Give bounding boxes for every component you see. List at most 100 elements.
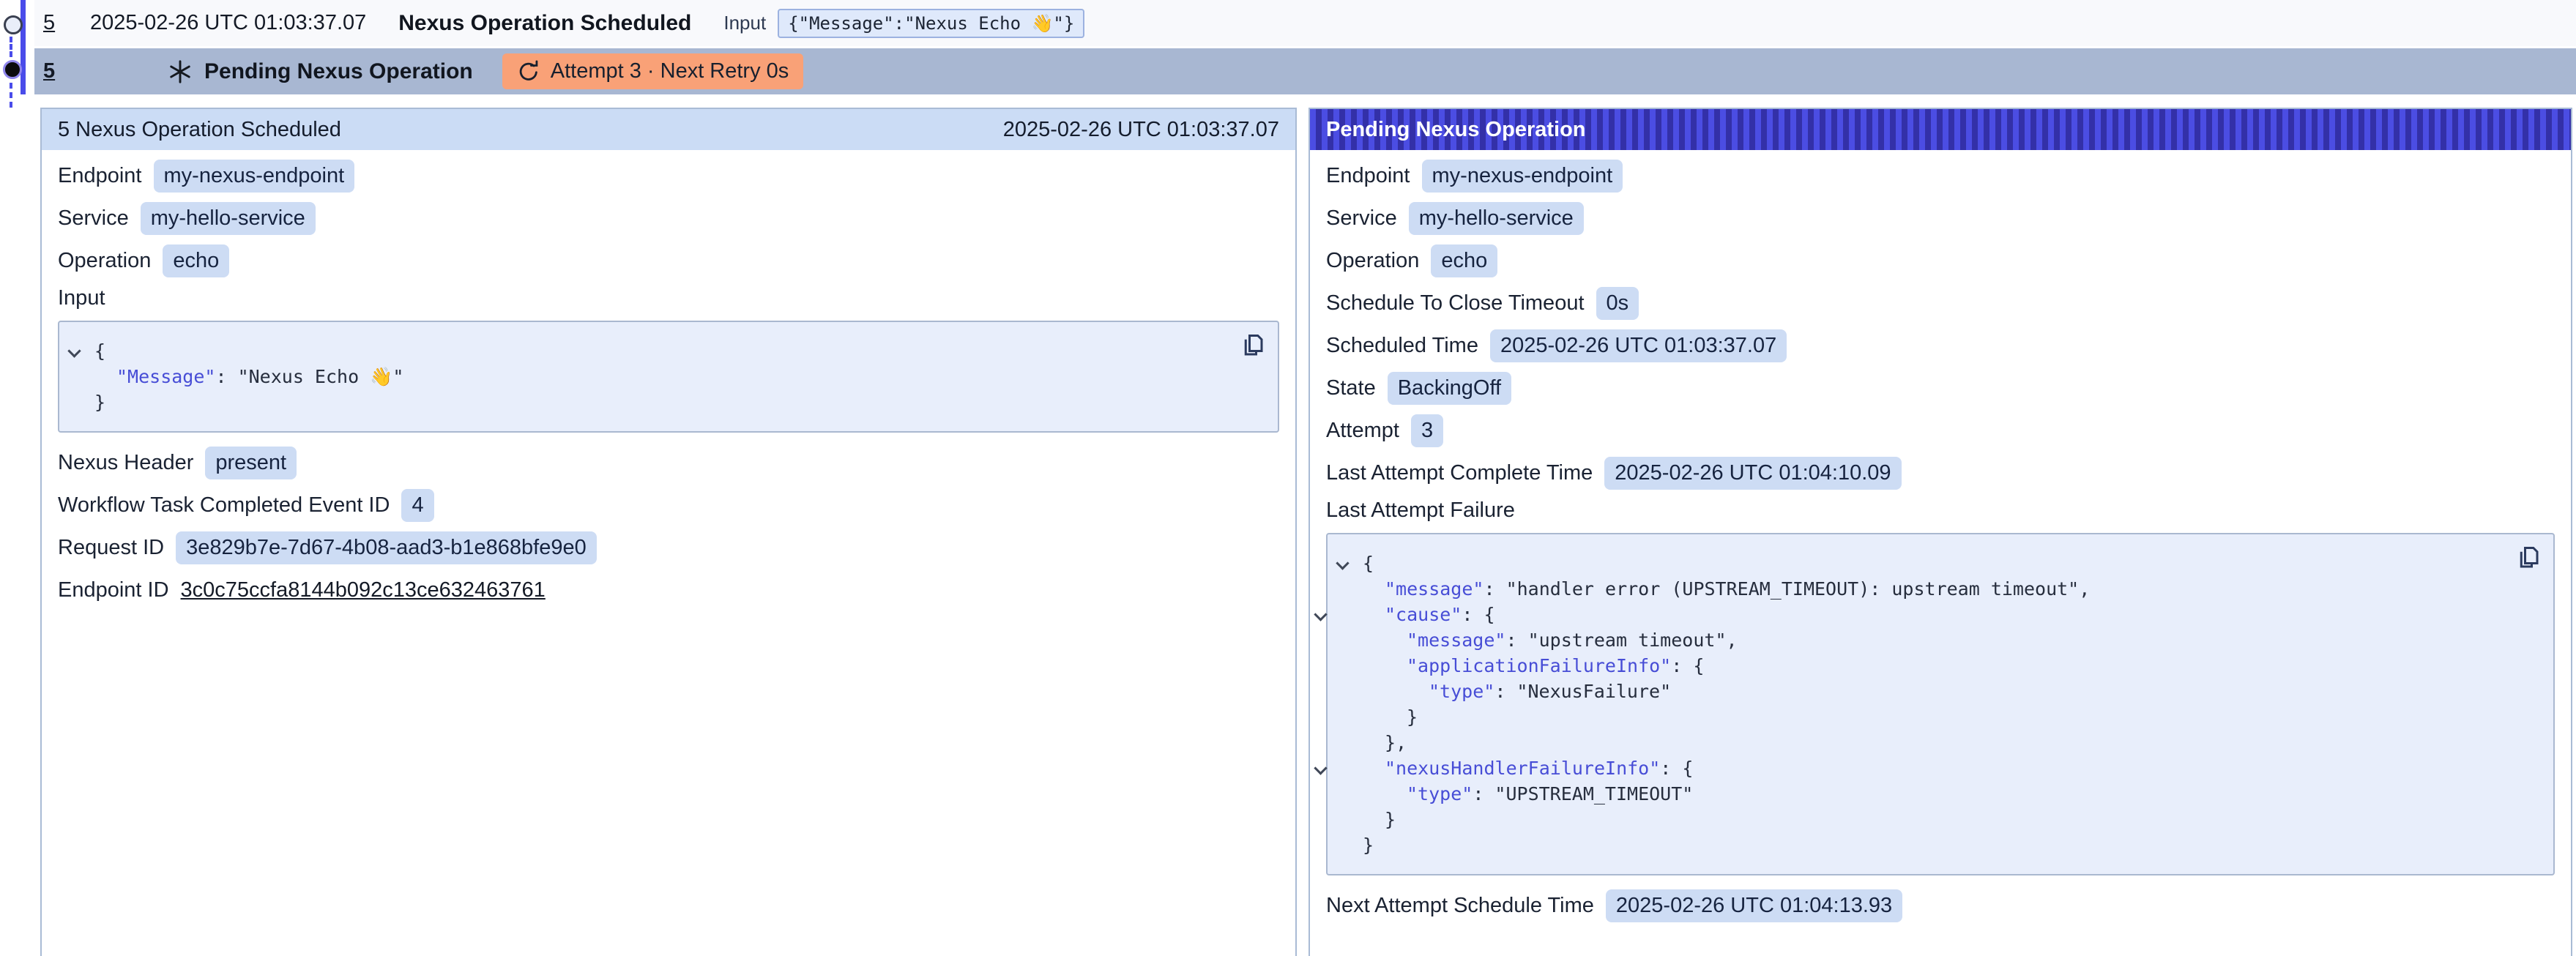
json-key: "message" — [1385, 578, 1484, 600]
field-label: Operation — [58, 249, 151, 273]
event-id-link[interactable]: 5 — [43, 59, 59, 83]
field-label: Workflow Task Completed Event ID — [58, 493, 390, 518]
code-line: "cause": { — [1363, 602, 2502, 627]
copy-icon[interactable] — [2515, 545, 2542, 571]
field-row: Workflow Task Completed Event ID 4 — [58, 488, 1279, 522]
field-value-badge: present — [205, 447, 297, 479]
json-key: "cause" — [1385, 604, 1462, 625]
field-row: Endpoint my-nexus-endpoint — [1326, 159, 2555, 193]
json-key: "type" — [1407, 783, 1473, 804]
event-id-link[interactable]: 5 — [43, 11, 59, 35]
collapse-chevron-icon[interactable] — [1314, 608, 1327, 621]
field-row: Last Attempt Complete Time2025-02-26 UTC… — [1326, 456, 2555, 490]
pending-operation-header-title: Pending Nexus Operation — [1326, 118, 1586, 142]
code-line: "Message": "Nexus Echo 👋" — [94, 364, 1226, 389]
field-row: Service my-hello-service — [58, 201, 1279, 235]
field-value-badge: BackingOff — [1388, 372, 1511, 405]
field-label: Service — [58, 206, 129, 231]
json-text: }, — [1385, 732, 1407, 753]
field-value-badge: my-hello-service — [1409, 202, 1584, 235]
json-text: : "Nexus Echo 👋" — [215, 366, 403, 387]
json-text: : "upstream timeout", — [1505, 630, 1737, 651]
field-row: Service my-hello-service — [1326, 201, 2555, 235]
code-line: }, — [1363, 730, 2502, 755]
field-value-link[interactable]: 3c0c75ccfa8144b092c13ce632463761 — [181, 578, 546, 602]
event-input-label: Input — [723, 12, 766, 34]
event-input-chip: {"Message":"Nexus Echo 👋"} — [778, 9, 1084, 38]
json-text: } — [1407, 706, 1418, 728]
field-row: Scheduled Time 2025-02-26 UTC 01:03:37.07 — [1326, 329, 2555, 362]
pending-operation-card: Pending Nexus Operation Endpoint my-nexus… — [1309, 108, 2572, 956]
event-row-pending-nexus-operation[interactable]: 5 Pending Nexus Operation Attempt 3 · Ne… — [34, 48, 2576, 94]
field-value-badge: my-nexus-endpoint — [1422, 160, 1623, 193]
event-row-nexus-operation-scheduled[interactable]: 5 2025-02-26 UTC 01:03:37.07 Nexus Opera… — [34, 0, 2576, 46]
field-label: Service — [1326, 206, 1397, 231]
retry-icon — [517, 60, 540, 83]
code-line: { — [1363, 550, 2502, 576]
field-row: Endpoint ID3c0c75ccfa8144b092c13ce632463… — [58, 573, 1279, 607]
field-label: Endpoint — [58, 164, 142, 188]
field-value-badge: my-hello-service — [141, 202, 316, 235]
field-row: Schedule To Close Timeout0s — [1326, 286, 2555, 320]
json-text: { — [1363, 553, 1374, 574]
field-row: Next Attempt Schedule Time 2025-02-26 UTC… — [1326, 889, 2555, 922]
json-text: } — [1363, 834, 1374, 856]
code-line: } — [1363, 832, 2502, 858]
json-text: : "UPSTREAM_TIMEOUT" — [1473, 783, 1693, 804]
field-row: Attempt 3 — [1326, 414, 2555, 447]
field-value-badge: 2025-02-26 UTC 01:04:10.09 — [1604, 457, 1901, 490]
timeline-active-bar — [21, 0, 26, 94]
event-detail-header-title: 5 Nexus Operation Scheduled — [58, 118, 341, 142]
field-label: Scheduled Time — [1326, 334, 1478, 358]
event-timestamp: 2025-02-26 UTC 01:03:37.07 — [90, 11, 366, 35]
json-text: : "NexusFailure" — [1494, 681, 1671, 702]
field-label: Attempt — [1326, 419, 1399, 443]
field-value-badge: 2025-02-26 UTC 01:03:37.07 — [1490, 329, 1787, 362]
json-key: "applicationFailureInfo" — [1407, 655, 1671, 676]
json-key: "Message" — [116, 366, 215, 387]
collapse-chevron-icon[interactable] — [1336, 556, 1349, 570]
json-text: { — [94, 340, 105, 362]
json-text: : "handler error (UPSTREAM_TIMEOUT): ups… — [1484, 578, 2090, 600]
code-line: } — [1363, 807, 2502, 832]
field-label: Endpoint — [1326, 164, 1410, 188]
code-line: } — [94, 389, 1226, 415]
field-row: Endpoint my-nexus-endpoint — [58, 159, 1279, 193]
timeline-dashed-connector — [10, 37, 12, 57]
field-label: Next Attempt Schedule Time — [1326, 894, 1594, 918]
field-label: Schedule To Close Timeout — [1326, 291, 1585, 315]
pending-operation-body: Endpoint my-nexus-endpoint Service my-hello… — [1310, 150, 2571, 946]
field-row: StateBackingOff — [1326, 371, 2555, 405]
code-line: "message": "upstream timeout", — [1363, 627, 2502, 653]
pending-operation-header: Pending Nexus Operation — [1310, 109, 2571, 150]
sparkle-icon — [168, 59, 193, 84]
copy-icon[interactable] — [1240, 332, 1266, 359]
field-label: Request ID — [58, 536, 164, 560]
event-detail-header: 5 Nexus Operation Scheduled 2025-02-26 U… — [42, 109, 1295, 150]
json-text: : { — [1660, 758, 1693, 779]
timeline-dashed-connector — [10, 83, 12, 108]
code-line: "nexusHandlerFailureInfo": { — [1363, 755, 2502, 781]
json-text: : { — [1671, 655, 1704, 676]
field-value-badge: echo — [163, 244, 229, 277]
field-row: Operation echo — [58, 244, 1279, 277]
field-value-badge: 2025-02-26 UTC 01:04:13.93 — [1606, 889, 1902, 922]
json-text: } — [94, 392, 105, 413]
code-line: "message": "handler error (UPSTREAM_TIME… — [1363, 576, 2502, 602]
event-open-circle-icon — [4, 15, 23, 34]
field-value-badge: 4 — [401, 489, 433, 522]
json-key: "type" — [1429, 681, 1494, 702]
failure-section-label: Last Attempt Failure — [1326, 498, 2555, 523]
code-line: } — [1363, 704, 2502, 730]
collapse-chevron-icon[interactable] — [1314, 761, 1327, 774]
input-section-label: Input — [58, 286, 1279, 310]
collapse-chevron-icon[interactable] — [67, 344, 81, 357]
field-value-badge: my-nexus-endpoint — [154, 160, 355, 193]
input-json-viewer: {"Message": "Nexus Echo 👋"} — [58, 321, 1279, 433]
field-value-badge: 3 — [1411, 414, 1443, 447]
event-detail-header-timestamp: 2025-02-26 UTC 01:03:37.07 — [1003, 118, 1279, 142]
attempt-retry-badge: Attempt 3 · Next Retry 0s — [502, 53, 804, 89]
field-row: Nexus Headerpresent — [58, 446, 1279, 479]
json-key: "message" — [1407, 630, 1505, 651]
json-text: } — [1385, 809, 1396, 830]
